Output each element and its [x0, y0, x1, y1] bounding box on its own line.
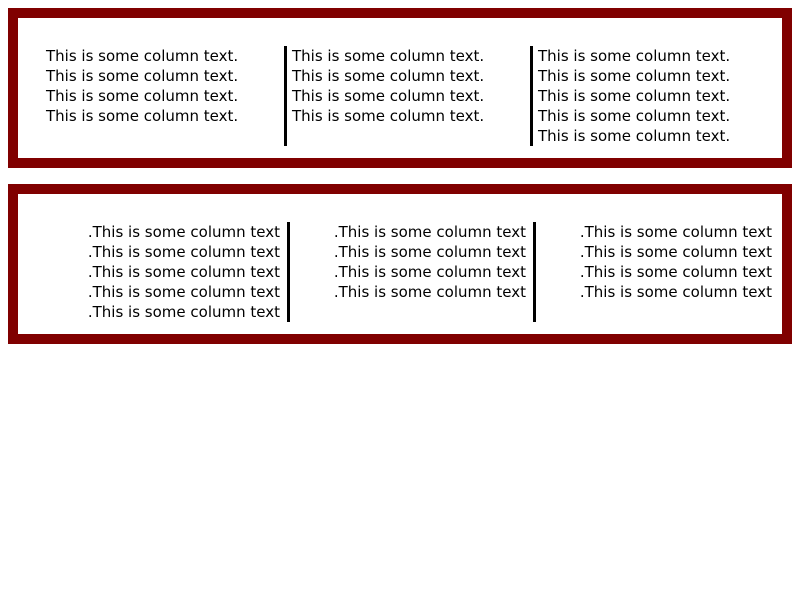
- column-text-line: .This is some column text: [579, 263, 772, 281]
- column-rule: [530, 46, 533, 146]
- column-text-line: .This is some column text: [87, 303, 280, 321]
- column-2: .This is some column text .This is some …: [292, 222, 536, 322]
- column-text-line: This is some column text.: [46, 107, 239, 125]
- column-text: .This is some column text .This is some …: [46, 222, 280, 322]
- multicolumn-box-bottom: .This is some column text .This is some …: [8, 184, 792, 344]
- column-text-line: .This is some column text: [333, 223, 526, 241]
- column-text-line: This is some column text.: [538, 107, 731, 125]
- column-text: This is some column text. This is some c…: [46, 46, 280, 126]
- column-text: This is some column text. This is some c…: [538, 46, 772, 146]
- column-text-line: This is some column text.: [46, 67, 239, 85]
- column-rule: [287, 222, 290, 322]
- column-text-line: .This is some column text: [87, 263, 280, 281]
- column-text-line: .This is some column text: [87, 223, 280, 241]
- column-1: This is some column text. This is some c…: [46, 46, 280, 146]
- column-text-line: This is some column text.: [538, 67, 731, 85]
- column-3: .This is some column text .This is some …: [538, 222, 772, 322]
- column-text-line: .This is some column text: [579, 243, 772, 261]
- column-rule: [533, 222, 536, 322]
- column-text-line: This is some column text.: [292, 67, 485, 85]
- column-text-line: .This is some column text: [333, 263, 526, 281]
- column-text-line: .This is some column text: [579, 283, 772, 301]
- column-text-line: .This is some column text: [579, 223, 772, 241]
- column-text-line: This is some column text.: [292, 47, 485, 65]
- column-text-line: This is some column text.: [46, 87, 239, 105]
- column-text-line: .This is some column text: [333, 283, 526, 301]
- column-2: This is some column text. This is some c…: [284, 46, 526, 146]
- column-text-line: This is some column text.: [538, 87, 731, 105]
- column-1: .This is some column text .This is some …: [46, 222, 290, 322]
- column-text-line: .This is some column text: [87, 243, 280, 261]
- column-text: .This is some column text .This is some …: [538, 222, 772, 302]
- column-text-line: This is some column text.: [292, 107, 485, 125]
- multicolumn-box-top: This is some column text. This is some c…: [8, 8, 792, 168]
- column-text-line: This is some column text.: [538, 47, 731, 65]
- column-text: This is some column text. This is some c…: [292, 46, 526, 126]
- column-text: .This is some column text .This is some …: [292, 222, 526, 302]
- column-rule: [284, 46, 287, 146]
- column-3: This is some column text. This is some c…: [530, 46, 772, 146]
- column-text-line: This is some column text.: [538, 127, 731, 145]
- column-text-line: This is some column text.: [46, 47, 239, 65]
- column-text-line: .This is some column text: [87, 283, 280, 301]
- column-text-line: This is some column text.: [292, 87, 485, 105]
- column-text-line: .This is some column text: [333, 243, 526, 261]
